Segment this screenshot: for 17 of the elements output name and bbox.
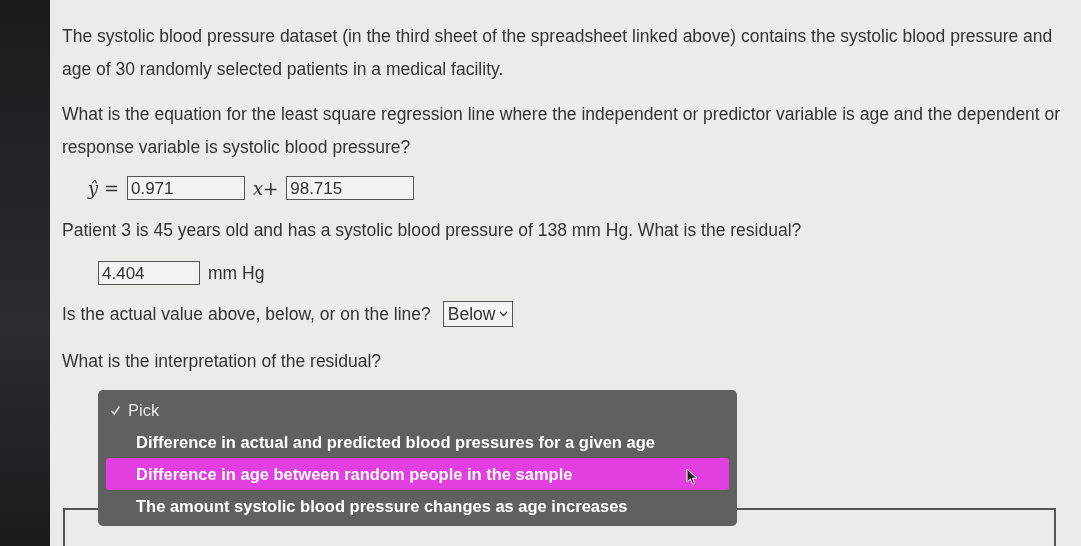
chevron-icon [499, 311, 509, 317]
menu-item[interactable]: The amount systolic blood pressure changes as age increases [106, 490, 729, 522]
question-text: What is the equation for the least square regression line where the independent or predictor variable is age and the dependent or response variable is systolic blood pressure? [62, 103, 1062, 159]
menu-item[interactable]: Pick [106, 394, 729, 426]
pointer-icon [686, 468, 698, 485]
answer-field[interactable]: 4.404 [98, 261, 200, 285]
unit-label: mm Hg [208, 262, 265, 284]
question-text: What is the interpretation of the residual? [62, 350, 383, 373]
menu-item[interactable]: Difference in actual and predicted blood pressures for a given age [106, 426, 729, 458]
equation-lhs: ŷ = [88, 177, 119, 199]
answer-field[interactable]: 98.715 [286, 176, 415, 200]
answer-dropdown[interactable]: Below [442, 301, 514, 327]
answer-field[interactable]: 0.971 [127, 176, 245, 200]
question-text: Patient 3 is 45 years old and has a systolic blood pressure of 138 mm Hg. What is the residual? [62, 219, 803, 242]
question-text: The systolic blood pressure dataset (in the third sheet of the spreadsheet linked above) contains the systolic blood pressure and age of 30 randomly selected patients in a medical facility. [62, 25, 1054, 81]
question-text: Is the actual value above, below, or on the line? [62, 303, 431, 325]
equation-term: x+ [253, 177, 279, 199]
